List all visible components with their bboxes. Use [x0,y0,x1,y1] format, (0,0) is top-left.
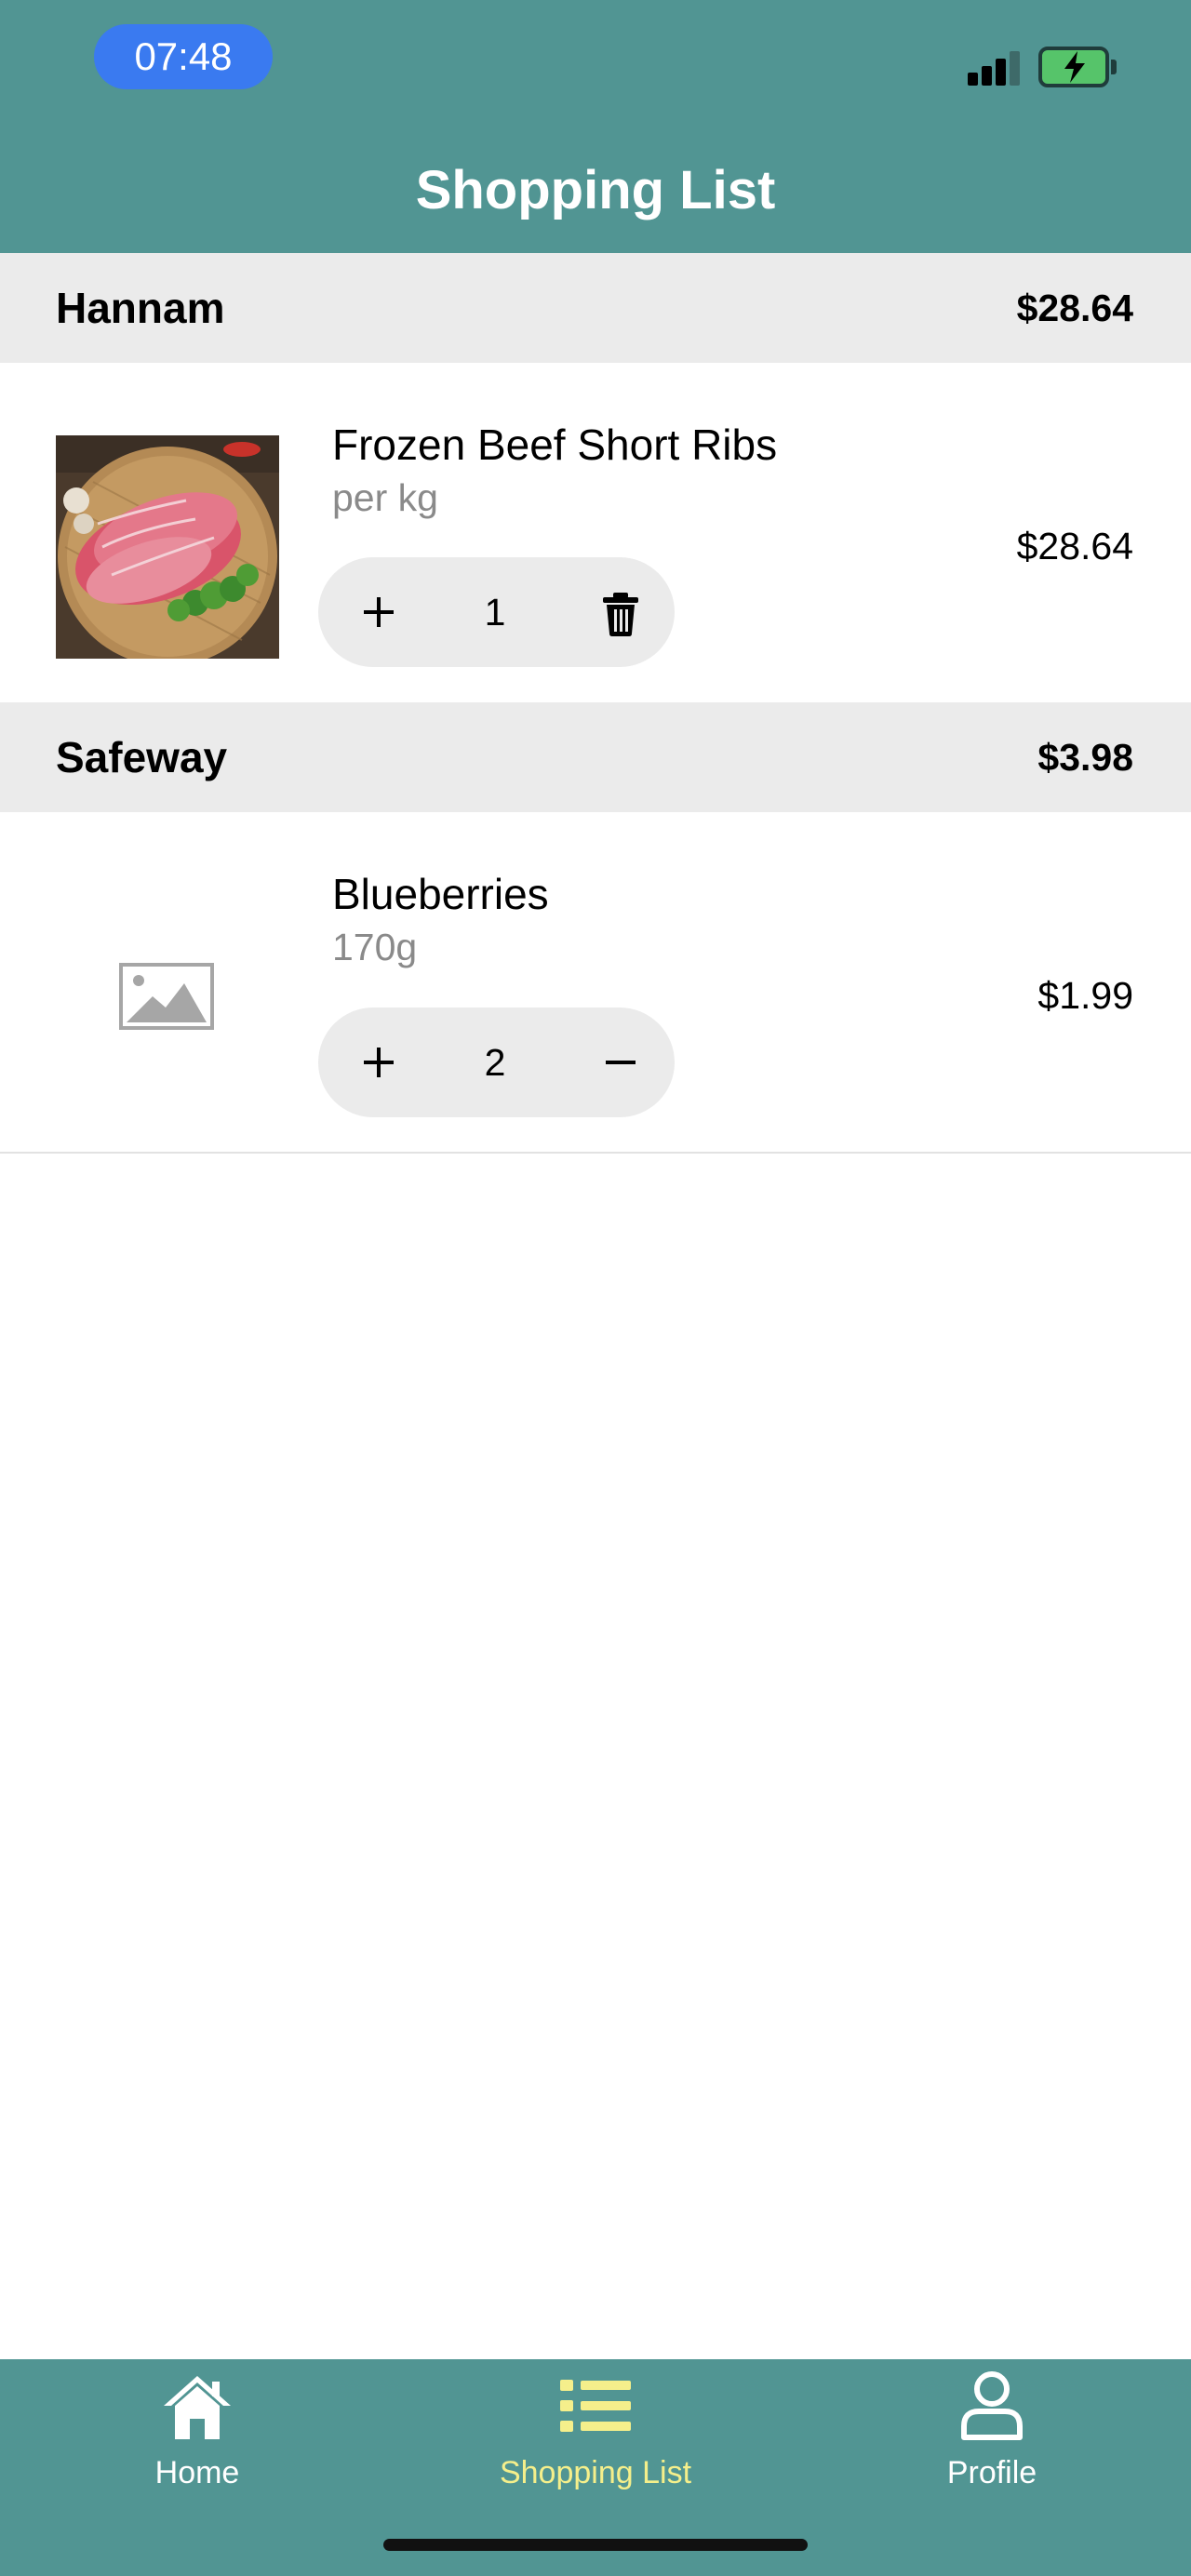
tab-shopping-list[interactable]: Shopping List [456,2359,735,2517]
list-divider [0,1152,1191,1154]
home-indicator [383,2539,808,2551]
store-section-header: Hannam $28.64 [0,253,1191,363]
app-header: 07:48 Shopping List [0,0,1191,253]
quantity-stepper: 2 [318,1008,675,1117]
store-name: Hannam [56,284,225,332]
store-section-header: Safeway $3.98 [0,702,1191,812]
image-placeholder-icon [56,885,279,1108]
decrease-quantity-button[interactable] [588,1030,653,1095]
trash-icon [603,593,638,636]
list-item[interactable]: Frozen Beef Short Ribs per kg $28.64 1 [0,363,1191,702]
battery-charging-icon [1038,47,1117,87]
item-name: Blueberries [332,870,549,918]
list-item[interactable]: Blueberries 170g $1.99 2 [0,812,1191,1152]
store-total: $28.64 [1016,287,1133,329]
item-name: Frozen Beef Short Ribs [332,420,778,469]
home-icon [164,2376,231,2439]
store-total: $3.98 [1037,736,1133,779]
status-time: 07:48 [94,24,273,89]
item-unit: per kg [332,476,438,519]
quantity-value: 2 [484,1041,506,1084]
plus-icon [364,597,394,627]
store-name: Safeway [56,733,228,781]
increase-quantity-button[interactable] [346,580,411,645]
product-image [56,435,279,659]
tab-label: Profile [946,2455,1037,2490]
page-title: Shopping List [415,160,776,220]
plus-icon [364,1048,394,1077]
person-icon [961,2371,1023,2440]
increase-quantity-button[interactable] [346,1030,411,1095]
quantity-value: 1 [484,591,506,634]
cellular-signal-icon [968,48,1020,86]
quantity-stepper: 1 [318,557,675,667]
minus-icon [606,1061,636,1064]
item-unit: 170g [332,926,418,968]
delete-item-button[interactable] [588,580,653,645]
tab-home[interactable]: Home [58,2359,337,2517]
item-price: $1.99 [1037,974,1133,1017]
tab-label: Shopping List [499,2455,692,2490]
item-price: $28.64 [1016,525,1133,567]
list-icon [560,2380,631,2432]
tab-label: Home [154,2455,240,2490]
tab-profile[interactable]: Profile [852,2359,1131,2517]
